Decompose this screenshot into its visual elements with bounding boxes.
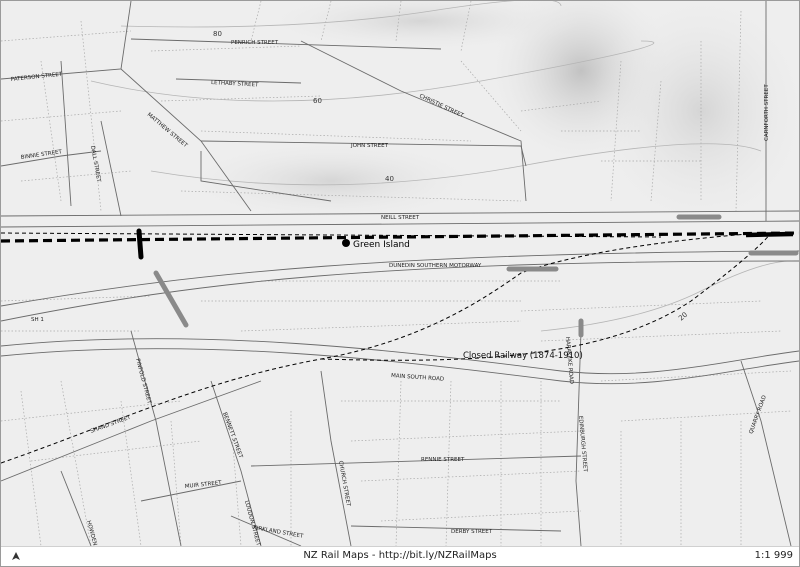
street-label-rennie: RENNIE STREET: [421, 457, 465, 463]
street-label-carnforth: CARNFORTH STREET: [764, 84, 770, 141]
contour-label-40: 40: [385, 175, 394, 183]
street-label-neill: NEILL STREET: [381, 215, 420, 221]
map-scale: 1:1 999: [754, 550, 793, 561]
station-marker-icon[interactable]: [342, 239, 350, 247]
closed-railway-label: Closed Railway (1874-1910): [463, 351, 583, 361]
contour-label-60: 60: [313, 97, 322, 105]
street-label-motorway: DUNEDIN SOUTHERN MOTORWAY: [389, 263, 482, 269]
map-canvas[interactable]: Green Island Closed Railway (1874-1910) …: [1, 1, 799, 546]
map-footer: NZ Rail Maps - http://bit.ly/NZRailMaps …: [1, 546, 799, 566]
street-label-sh1: SH 1: [31, 317, 44, 323]
railway-siding: [745, 231, 794, 238]
map-frame: Green Island Closed Railway (1874-1910) …: [0, 0, 800, 567]
street-label-derby: DERBY STREET: [451, 529, 493, 535]
level-crossing: [136, 228, 144, 260]
street-label-penrich: PENRICH STREET: [231, 40, 279, 46]
station-label: Green Island: [353, 240, 410, 250]
contour-label-80: 80: [213, 30, 222, 38]
street-label-john: JOHN STREET: [350, 143, 389, 149]
attribution-link[interactable]: NZ Rail Maps - http://bit.ly/NZRailMaps: [1, 550, 799, 561]
